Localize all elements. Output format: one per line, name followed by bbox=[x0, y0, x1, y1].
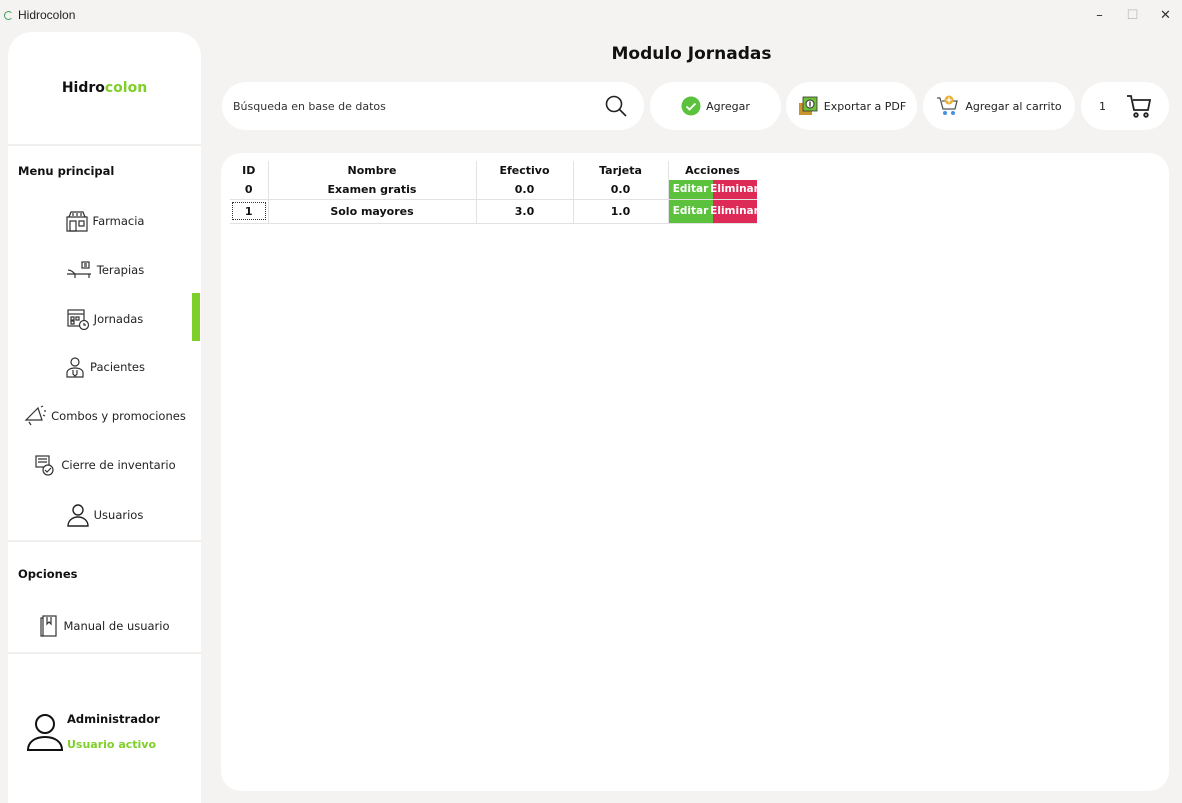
sidebar-item-jornadas[interactable]: Jornadas bbox=[8, 302, 201, 336]
cart[interactable]: 1 bbox=[1081, 82, 1169, 130]
divider bbox=[8, 652, 201, 654]
cell-efectivo[interactable]: 0.0 bbox=[476, 180, 574, 199]
header-efectivo[interactable]: Efectivo bbox=[476, 161, 574, 180]
user-icon bbox=[66, 504, 89, 527]
add-button-label: Agregar bbox=[706, 99, 750, 113]
menu-section-label: Menu principal bbox=[18, 164, 115, 178]
app-logo-icon bbox=[4, 10, 13, 20]
divider bbox=[8, 540, 201, 542]
table-header-row: ID Nombre Efectivo Tarjeta Acciones bbox=[230, 161, 757, 180]
table-panel bbox=[221, 153, 1169, 791]
cart-count: 1 bbox=[1099, 99, 1106, 113]
window-titlebar: Hidrocolon – ☐ ✕ bbox=[0, 0, 1182, 30]
sidebar-item-label: Farmacia bbox=[92, 214, 145, 228]
pdf-export-icon bbox=[798, 96, 818, 115]
cell-tarjeta[interactable]: 1.0 bbox=[573, 198, 669, 224]
cell-id-value[interactable]: 1 bbox=[230, 200, 268, 222]
header-tarjeta[interactable]: Tarjeta bbox=[573, 161, 669, 180]
cell-efectivo[interactable]: 3.0 bbox=[476, 198, 574, 224]
edit-button[interactable]: Editar bbox=[668, 180, 713, 199]
brand-part2: colon bbox=[104, 80, 148, 96]
sidebar-item-combos[interactable]: Combos y promociones bbox=[8, 399, 201, 433]
maximize-button[interactable]: ☐ bbox=[1116, 0, 1149, 30]
search-icon[interactable] bbox=[605, 95, 627, 117]
avatar-icon bbox=[26, 714, 64, 751]
manual-book-icon bbox=[40, 615, 58, 637]
sidebar-item-label: Jornadas bbox=[93, 312, 144, 326]
sidebar-item-label: Combos y promociones bbox=[51, 409, 186, 423]
edit-button[interactable]: Editar bbox=[668, 199, 713, 223]
sidebar-item-usuarios[interactable]: Usuarios bbox=[8, 498, 201, 532]
sidebar-item-cierre-inventario[interactable]: Cierre de inventario bbox=[8, 448, 201, 482]
search-bar[interactable]: Búsqueda en base de datos bbox=[222, 82, 644, 130]
pharmacy-icon bbox=[65, 211, 88, 232]
cell-nombre[interactable]: Examen gratis bbox=[268, 180, 477, 199]
minimize-button[interactable]: – bbox=[1083, 0, 1116, 30]
export-pdf-label: Exportar a PDF bbox=[823, 99, 907, 113]
close-button[interactable]: ✕ bbox=[1149, 0, 1182, 30]
cell-acciones: Editar Eliminar bbox=[668, 198, 759, 224]
sidebar-item-farmacia[interactable]: Farmacia bbox=[8, 204, 201, 238]
add-to-cart-label: Agregar al carrito bbox=[965, 99, 1062, 113]
megaphone-icon bbox=[24, 405, 47, 426]
patient-icon bbox=[66, 357, 84, 378]
header-acciones: Acciones bbox=[685, 164, 740, 177]
page-title: Modulo Jornadas bbox=[611, 44, 772, 64]
divider bbox=[8, 144, 201, 146]
header-nombre[interactable]: Nombre bbox=[268, 161, 477, 180]
cart-icon[interactable] bbox=[1126, 94, 1152, 118]
sidebar-item-label: Terapias bbox=[96, 263, 145, 277]
cell-id-selected[interactable]: 1 bbox=[230, 198, 269, 224]
options-section-label: Opciones bbox=[18, 567, 78, 581]
brand-part1: Hidro bbox=[61, 80, 105, 96]
add-button[interactable]: Agregar bbox=[650, 82, 781, 130]
cell-acciones: Editar Eliminar bbox=[668, 180, 759, 199]
cell-tarjeta[interactable]: 0.0 bbox=[573, 180, 669, 199]
sidebar-item-label: Cierre de inventario bbox=[61, 458, 176, 472]
add-to-cart-button[interactable]: Agregar al carrito bbox=[923, 82, 1075, 130]
search-input[interactable]: Búsqueda en base de datos bbox=[233, 100, 386, 113]
sidebar-item-label: Pacientes bbox=[90, 360, 145, 374]
calendar-clock-icon bbox=[67, 309, 89, 330]
delete-button[interactable]: Eliminar bbox=[710, 199, 759, 223]
active-indicator bbox=[192, 293, 200, 341]
export-pdf-button[interactable]: Exportar a PDF bbox=[786, 82, 917, 130]
sidebar-item-terapias[interactable]: Terapias bbox=[8, 253, 201, 287]
user-status: Usuario activo bbox=[67, 738, 157, 751]
sidebar-item-label: Usuarios bbox=[93, 508, 144, 522]
therapy-bed-icon bbox=[66, 261, 91, 278]
check-circle-icon bbox=[681, 96, 701, 116]
sidebar-item-pacientes[interactable]: Pacientes bbox=[8, 350, 201, 384]
sidebar-item-label: Manual de usuario bbox=[63, 619, 170, 633]
active-user: Administrador Usuario activo bbox=[26, 712, 196, 772]
user-name: Administrador bbox=[67, 712, 160, 726]
cart-add-icon bbox=[937, 95, 959, 115]
inventory-close-icon bbox=[35, 455, 54, 476]
cell-id[interactable]: 0 bbox=[230, 180, 269, 199]
sidebar: Hidrocolon Menu principal Farmacia Terap… bbox=[8, 32, 201, 803]
jornadas-table: ID Nombre Efectivo Tarjeta Acciones 0 Ex… bbox=[230, 161, 759, 224]
cell-nombre[interactable]: Solo mayores bbox=[268, 198, 477, 224]
window-title: Hidrocolon bbox=[18, 8, 76, 22]
header-id[interactable]: ID bbox=[230, 161, 269, 180]
sidebar-item-manual[interactable]: Manual de usuario bbox=[8, 609, 201, 643]
window-controls: – ☐ ✕ bbox=[1083, 0, 1182, 30]
delete-button[interactable]: Eliminar bbox=[710, 180, 759, 199]
table-row[interactable]: 1 Solo mayores 3.0 1.0 Editar Eliminar bbox=[230, 198, 759, 224]
table-row[interactable]: 0 Examen gratis 0.0 0.0 Editar Eliminar bbox=[230, 180, 759, 199]
brand-logo: Hidrocolon bbox=[8, 80, 201, 96]
